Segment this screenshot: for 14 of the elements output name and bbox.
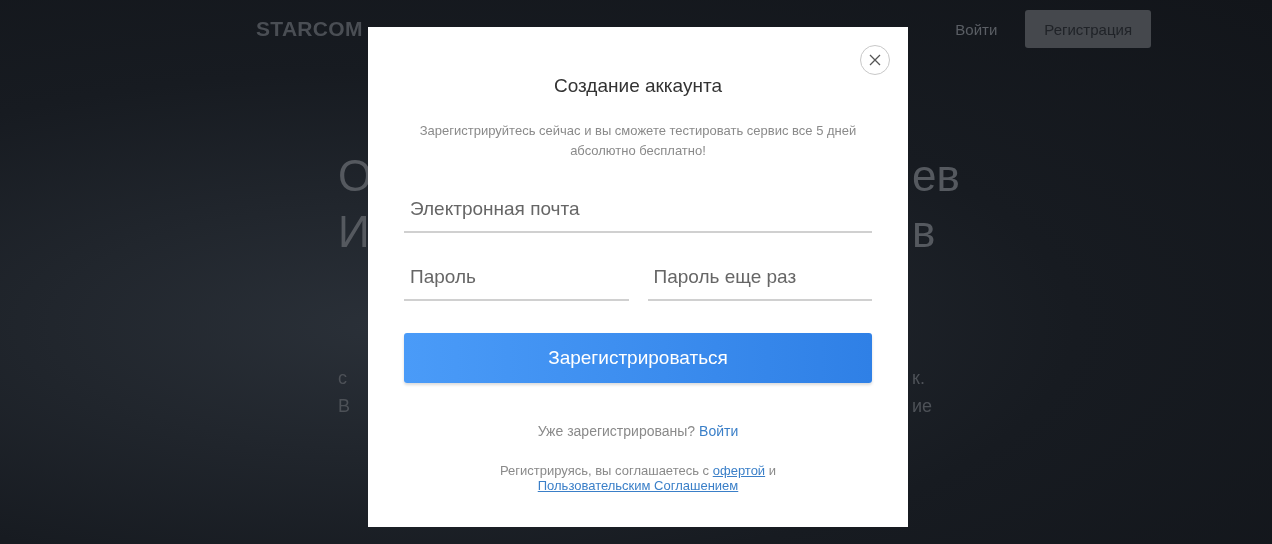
offer-link[interactable]: офертой [712, 463, 766, 478]
user-agreement-link[interactable]: Пользовательским Соглашением [537, 478, 739, 493]
login-link[interactable]: Войти [955, 20, 998, 38]
dialog-subtitle: Зарегистрируйтесь сейчас и вы сможете тестировать сервис все 5 дней абсолютно бесплатно! [418, 122, 858, 160]
login-prompt: Уже зарегистрированы? [537, 423, 696, 439]
dialog-title: Создание аккаунта [554, 75, 722, 97]
submit-button[interactable]: Зарегистрироваться [404, 333, 872, 383]
hero-heading: ев [912, 151, 960, 201]
login-link[interactable]: Войти [699, 423, 739, 439]
terms-text: и [768, 463, 777, 478]
close-button[interactable] [860, 45, 890, 75]
hero-heading: в [912, 207, 936, 257]
terms-text: Регистрируясь, вы соглашаетесь с [499, 463, 710, 478]
close-icon [869, 54, 881, 66]
